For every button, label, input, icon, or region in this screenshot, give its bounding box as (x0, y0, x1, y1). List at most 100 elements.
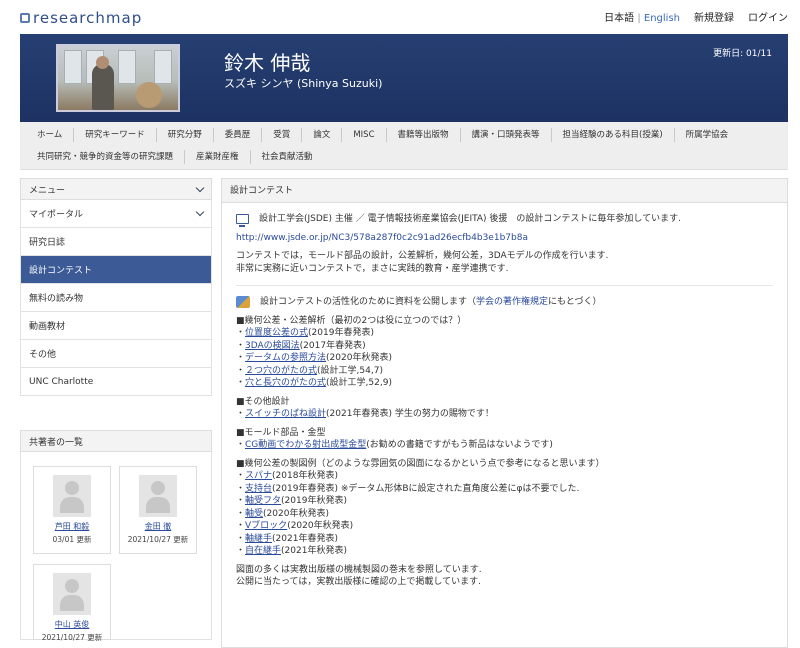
sidebar-item-my-portal[interactable]: マイポータル (20, 200, 212, 228)
sidebar-item-other[interactable]: その他 (20, 340, 212, 368)
desc-line-1: コンテストでは，モールド部品の設計，公差解析，幾何公差，3DAモデルの作成を行い… (236, 251, 609, 261)
publish-line: 設計コンテストの活性化のために資料を公開します（学会の著作権規定にもとづく） (236, 296, 773, 309)
tab-social-contribution[interactable]: 社会貢献活動 (251, 150, 324, 164)
profile-photo (56, 44, 180, 112)
section-drawing-examples-title: ■幾何公差の製図例（どのような雰囲気の図面になるかという点で参考になると思います… (236, 458, 605, 469)
list-item: ・軸受フタ(2019年秋発表) (236, 496, 347, 506)
publish-text-prefix: 設計コンテストの活性化のために資料を公開します（ (260, 297, 477, 307)
tab-papers[interactable]: 論文 (302, 128, 343, 142)
tab-books[interactable]: 書籍等出版物 (387, 128, 461, 142)
avatar (53, 573, 91, 615)
list-item: ・位置度公差の式(2019年春発表) (236, 328, 374, 338)
coauthor-updated: 2021/10/27 更新 (41, 633, 103, 642)
list-item: ・データムの参照方法(2020年秋発表) (236, 353, 392, 363)
chevron-down-icon (195, 183, 205, 192)
desc-line-2: 非常に実務に近いコンテストで，まさに実践的教育・産学連携です. (236, 263, 509, 274)
coauthor-name[interactable]: 金田 徹 (120, 521, 196, 532)
coauthor-card[interactable]: 芦田 和毅 03/01 更新 (33, 466, 111, 554)
sidebar-item-research-diary[interactable]: 研究日誌 (20, 228, 212, 256)
sidebar-item-video-materials[interactable]: 動画教材 (20, 312, 212, 340)
list-item: ・3DAの検図法(2017年春発表) (236, 340, 366, 351)
coauthors-title: 共著者の一覧 (29, 437, 84, 448)
researcher-name-kana: スズキ シンヤ (Shinya Suzuki) (224, 77, 383, 90)
coauthor-card[interactable]: 中山 英俊 2021/10/27 更新 (33, 564, 111, 642)
tab-home[interactable]: ホーム (26, 128, 75, 142)
list-item: ・軸継手(2021年春発表) (236, 533, 338, 544)
documents-icon (236, 296, 250, 309)
coauthor-updated: 03/01 更新 (52, 535, 92, 544)
doc-link[interactable]: 穴と長穴のがたの式 (245, 378, 326, 388)
sidebar-item-label: マイポータル (29, 210, 84, 220)
menu-title: メニュー (29, 185, 66, 196)
logo-mark-icon (20, 13, 30, 23)
profile-banner: 鈴木 伸哉 スズキ シンヤ (Shinya Suzuki) 更新日: 01/11 (20, 34, 788, 122)
site-logo[interactable]: researchmap (20, 9, 142, 27)
doc-link[interactable]: スパナ (245, 471, 272, 481)
doc-link[interactable]: CG動画でわかる射出成型金型 (245, 440, 366, 450)
list-item: ・Vブロック(2020年秋発表) (236, 521, 354, 531)
tab-societies[interactable]: 所属学協会 (675, 128, 740, 142)
intro-line: 設計工学会(JSDE) 主催 ／ 電子情報技術産業協会(JEITA) 後援 の設… (236, 213, 773, 228)
tab-teaching[interactable]: 担当経験のある科目(授業) (552, 128, 675, 142)
menu-header[interactable]: メニュー (20, 178, 212, 200)
register-link[interactable]: 新規登録 (694, 9, 734, 24)
list-item: ・スパナ(2018年秋発表) (236, 471, 338, 481)
list-item: ・穴と長穴のがたの式(設計工学,52,9) (236, 378, 392, 388)
doc-link[interactable]: 自在継手 (245, 546, 281, 556)
doc-link[interactable]: データムの参照方法 (245, 353, 326, 363)
divider (236, 285, 773, 286)
sidebar-item-label: 動画教材 (29, 322, 66, 332)
sidebar-item-free-reading[interactable]: 無料の読み物 (20, 284, 212, 312)
tab-patents[interactable]: 産業財産権 (185, 150, 251, 164)
section-tolerance-title: ■幾何公差・公差解析（最初の2つは役に立つのでは？） (236, 315, 467, 326)
doc-link[interactable]: 支持台 (245, 484, 272, 494)
doc-link[interactable]: 位置度公差の式 (245, 328, 308, 338)
doc-link[interactable]: 軸継手 (245, 534, 272, 544)
publish-text-suffix: にもとづく） (548, 297, 602, 307)
sidebar-item-label: その他 (29, 350, 57, 360)
lang-japanese[interactable]: 日本語 (604, 13, 634, 24)
tab-presentations[interactable]: 講演・口頭発表等 (461, 128, 552, 142)
tab-research-projects[interactable]: 共同研究・競争的資金等の研究課題 (26, 150, 186, 164)
list-item: ・支持台(2019年春発表) ※データム形体Bに設定された直角度公差にφは不要で… (236, 483, 580, 494)
logo-text: researchmap (33, 9, 143, 27)
list-item: ・スイッチのばね設計(2021年春発表) 学生の努力の賜物です！ (236, 409, 494, 419)
doc-link[interactable]: スイッチのばね設計 (245, 409, 326, 419)
main-content: 設計工学会(JSDE) 主催 ／ 電子情報技術産業協会(JEITA) 後援 の設… (222, 203, 787, 599)
sidebar-item-label: 設計コンテスト (29, 266, 93, 276)
doc-link[interactable]: ２つ穴のがたの式 (245, 366, 317, 376)
list-item: ・CG動画でわかる射出成型金型(お勧めの書籍ですがもう新品はないようです) (236, 440, 553, 450)
note-line-1: 図面の多くは実教出版様の機械製図の巻末を参照しています. (236, 564, 482, 575)
contest-url-link[interactable]: http://www.jsde.or.jp/NC3/578a287f0c2c91… (236, 233, 528, 243)
coauthor-name[interactable]: 芦田 和毅 (34, 521, 110, 532)
tab-awards[interactable]: 受賞 (262, 128, 303, 142)
section-other-design-title: ■その他設計 (236, 396, 290, 407)
tab-committee[interactable]: 委員歴 (214, 128, 263, 142)
lang-separator: | (637, 13, 641, 24)
page-title: 設計コンテスト (222, 179, 787, 203)
lang-english[interactable]: English (644, 13, 680, 24)
sidebar-item-design-contest[interactable]: 設計コンテスト (20, 256, 212, 284)
sidebar-item-unc-charlotte[interactable]: UNC Charlotte (20, 368, 212, 396)
sidebar-item-label: 無料の読み物 (29, 294, 84, 304)
top-links: 日本語 | English 新規登録 ログイン (604, 9, 788, 24)
tab-research-keywords[interactable]: 研究キーワード (74, 128, 157, 142)
coauthor-name[interactable]: 中山 英俊 (34, 619, 110, 630)
last-updated: 更新日: 01/11 (713, 49, 772, 59)
computer-icon (236, 214, 249, 228)
doc-link[interactable]: Vブロック (245, 521, 287, 531)
doc-link[interactable]: 軸受 (245, 509, 263, 519)
login-link[interactable]: ログイン (748, 9, 788, 24)
language-switch: 日本語 | English (604, 9, 680, 24)
intro-text: 設計工学会(JSDE) 主催 ／ 電子情報技術産業協会(JEITA) 後援 の設… (259, 214, 682, 224)
chevron-down-icon (195, 207, 205, 217)
doc-link[interactable]: 3DAの検図法 (245, 341, 300, 351)
tab-misc[interactable]: MISC (342, 128, 387, 142)
tab-research-fields[interactable]: 研究分野 (157, 128, 214, 142)
sidebar-item-label: UNC Charlotte (29, 376, 94, 387)
copyright-rules-link[interactable]: 学会の著作権規定 (476, 297, 548, 307)
avatar (53, 475, 91, 517)
doc-link[interactable]: 軸受フタ (245, 496, 281, 506)
coauthor-card[interactable]: 金田 徹 2021/10/27 更新 (119, 466, 197, 554)
note-line-2: 公開に当たっては，実教出版様に確認の上で掲載しています. (236, 577, 481, 587)
